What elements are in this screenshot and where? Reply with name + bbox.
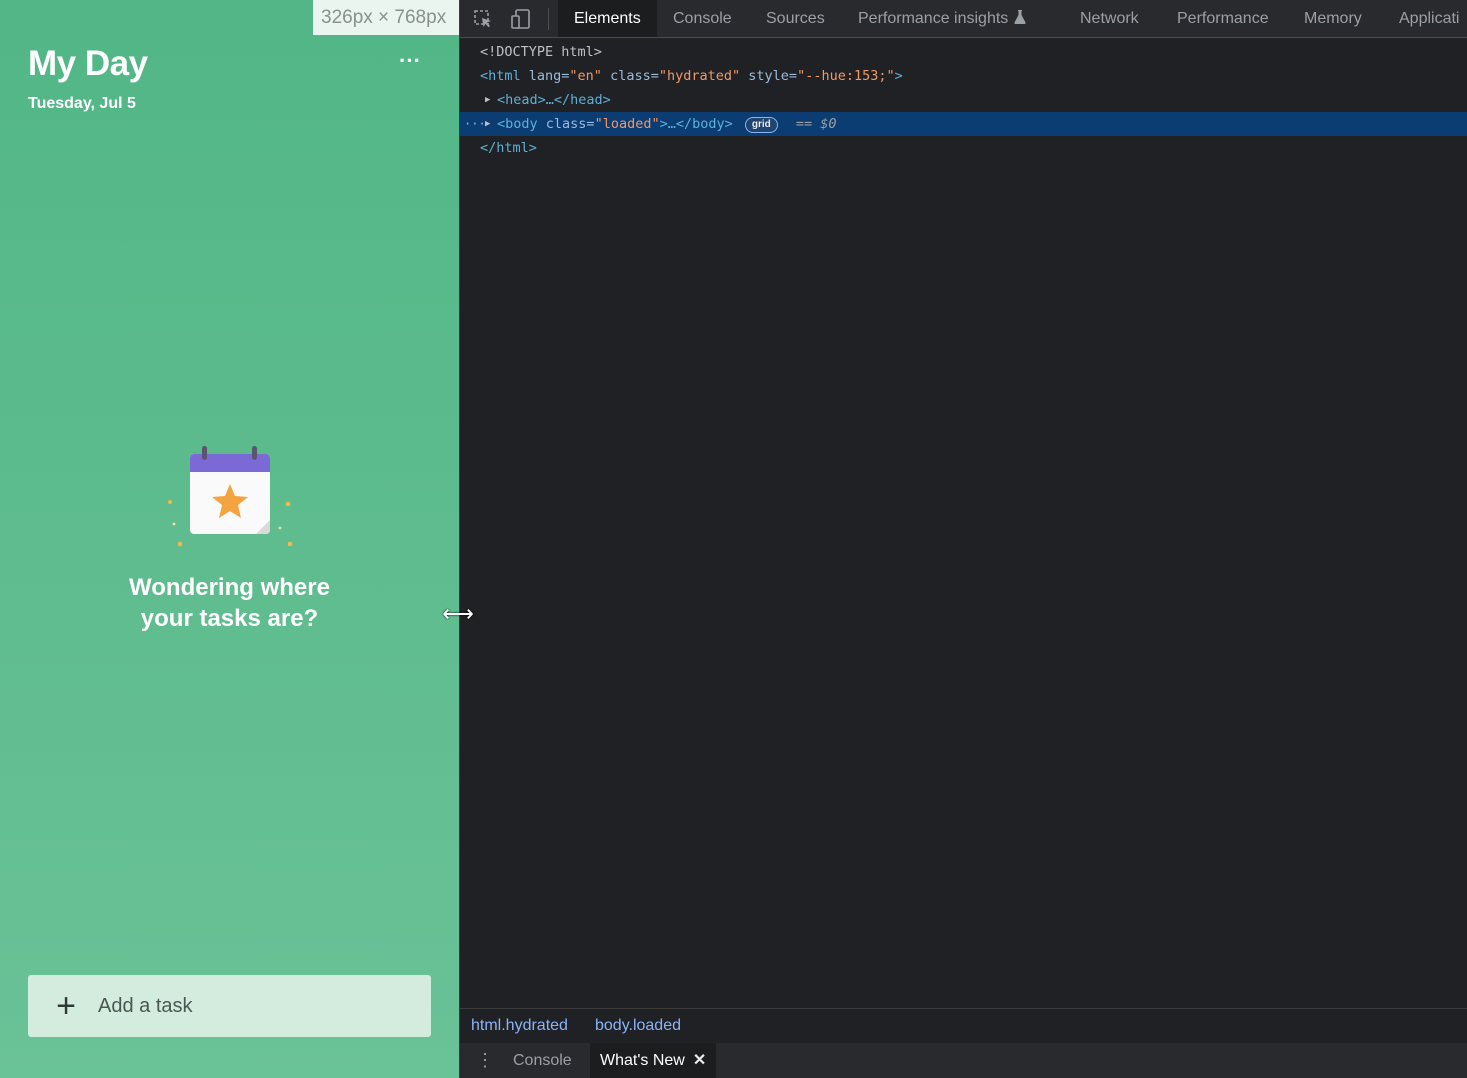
breadcrumb-body[interactable]: body.loaded bbox=[595, 1009, 681, 1043]
app-viewport: 326px × 768px My Day Tuesday, Jul 5 ··· … bbox=[0, 0, 459, 1078]
tab-memory[interactable]: Memory bbox=[1304, 0, 1362, 37]
calendar-star-illustration bbox=[168, 446, 293, 547]
device-toggle-icon[interactable] bbox=[510, 8, 532, 30]
tab-performance-insights-label: Performance insights bbox=[858, 10, 1009, 27]
body-tag-open: <body bbox=[497, 116, 538, 132]
tab-network[interactable]: Network bbox=[1080, 0, 1139, 37]
drawer-tab-whats-new-label: What's New bbox=[600, 1052, 685, 1069]
drawer-tab-console[interactable]: Console bbox=[513, 1043, 572, 1078]
tab-performance[interactable]: Performance bbox=[1177, 0, 1269, 37]
breadcrumb: html.hydrated body.loaded bbox=[460, 1008, 1467, 1044]
dom-body-line[interactable]: ··· ▶ <body class="loaded">…</body> grid… bbox=[460, 112, 1467, 136]
dom-head-line[interactable]: ▶ <head>…</head> bbox=[460, 88, 1467, 112]
add-task-button[interactable]: + Add a task bbox=[28, 975, 431, 1037]
grid-badge[interactable]: grid bbox=[744, 117, 778, 133]
close-icon[interactable]: ✕ bbox=[693, 1043, 706, 1078]
selected-node-dots-icon[interactable]: ··· bbox=[464, 112, 486, 136]
html-tag-open: <html bbox=[480, 68, 521, 84]
selected-element-reference: == $0 bbox=[795, 116, 837, 132]
drawer-tabbar: ⋮ Console What's New ✕ bbox=[460, 1043, 1467, 1078]
html-attr-lang: lang= bbox=[528, 68, 570, 84]
expand-triangle-icon[interactable]: ▶ bbox=[485, 88, 495, 112]
viewport-dimensions-badge: 326px × 768px bbox=[313, 0, 459, 35]
flask-icon bbox=[1014, 10, 1026, 24]
html-tag-close: </html> bbox=[480, 140, 537, 156]
empty-state-message: Wondering where your tasks are? bbox=[0, 572, 459, 634]
dom-doctype-line[interactable]: <!DOCTYPE html> bbox=[460, 40, 1467, 64]
empty-state-line-2: your tasks are? bbox=[140, 605, 319, 632]
html-style-value: "--hue:153;" bbox=[797, 68, 895, 84]
html-attr-style: style= bbox=[748, 68, 798, 84]
expand-triangle-icon[interactable]: ▶ bbox=[485, 112, 495, 136]
body-class-value: "loaded" bbox=[594, 116, 660, 132]
inspect-element-icon[interactable] bbox=[472, 8, 494, 30]
tab-console[interactable]: Console bbox=[673, 0, 732, 37]
tab-performance-insights[interactable]: Performance insights bbox=[858, 0, 1026, 37]
plus-icon: + bbox=[56, 987, 76, 1025]
tab-sources[interactable]: Sources bbox=[766, 0, 825, 37]
devtools-tabbar: Elements Console Sources Performance ins… bbox=[460, 0, 1467, 38]
add-task-label: Add a task bbox=[98, 995, 193, 1017]
drawer-tab-whats-new[interactable]: What's New ✕ bbox=[590, 1043, 717, 1078]
resize-cursor-icon[interactable]: ⟷ bbox=[440, 603, 476, 625]
html-attr-class: class= bbox=[610, 68, 659, 84]
more-options-button[interactable]: ··· bbox=[396, 50, 424, 72]
dom-html-line[interactable]: <html lang="en" class="hydrated" style="… bbox=[460, 64, 1467, 88]
page-date: Tuesday, Jul 5 bbox=[28, 95, 136, 112]
tab-application[interactable]: Applicati bbox=[1399, 0, 1459, 37]
tab-elements[interactable]: Elements bbox=[558, 0, 657, 37]
doctype-text: <!DOCTYPE html> bbox=[480, 44, 602, 60]
body-tag-rest: >…</body> bbox=[659, 116, 733, 132]
dom-tree: <!DOCTYPE html> <html lang="en" class="h… bbox=[460, 40, 1467, 160]
dom-html-close-line[interactable]: </html> bbox=[460, 136, 1467, 160]
page-title: My Day bbox=[28, 44, 148, 83]
head-tag: <head>…</head> bbox=[497, 92, 611, 108]
html-tag-bracket: > bbox=[894, 68, 903, 84]
breadcrumb-html[interactable]: html.hydrated bbox=[471, 1009, 568, 1043]
empty-state-line-1: Wondering where bbox=[129, 574, 330, 601]
body-attr-class: class= bbox=[545, 116, 595, 132]
html-class-value: "hydrated" bbox=[658, 68, 741, 84]
html-lang-value: "en" bbox=[569, 68, 602, 84]
toolbar-divider bbox=[548, 8, 549, 30]
drawer-menu-icon[interactable]: ⋮ bbox=[476, 1043, 494, 1078]
devtools-panel: Elements Console Sources Performance ins… bbox=[459, 0, 1467, 1078]
